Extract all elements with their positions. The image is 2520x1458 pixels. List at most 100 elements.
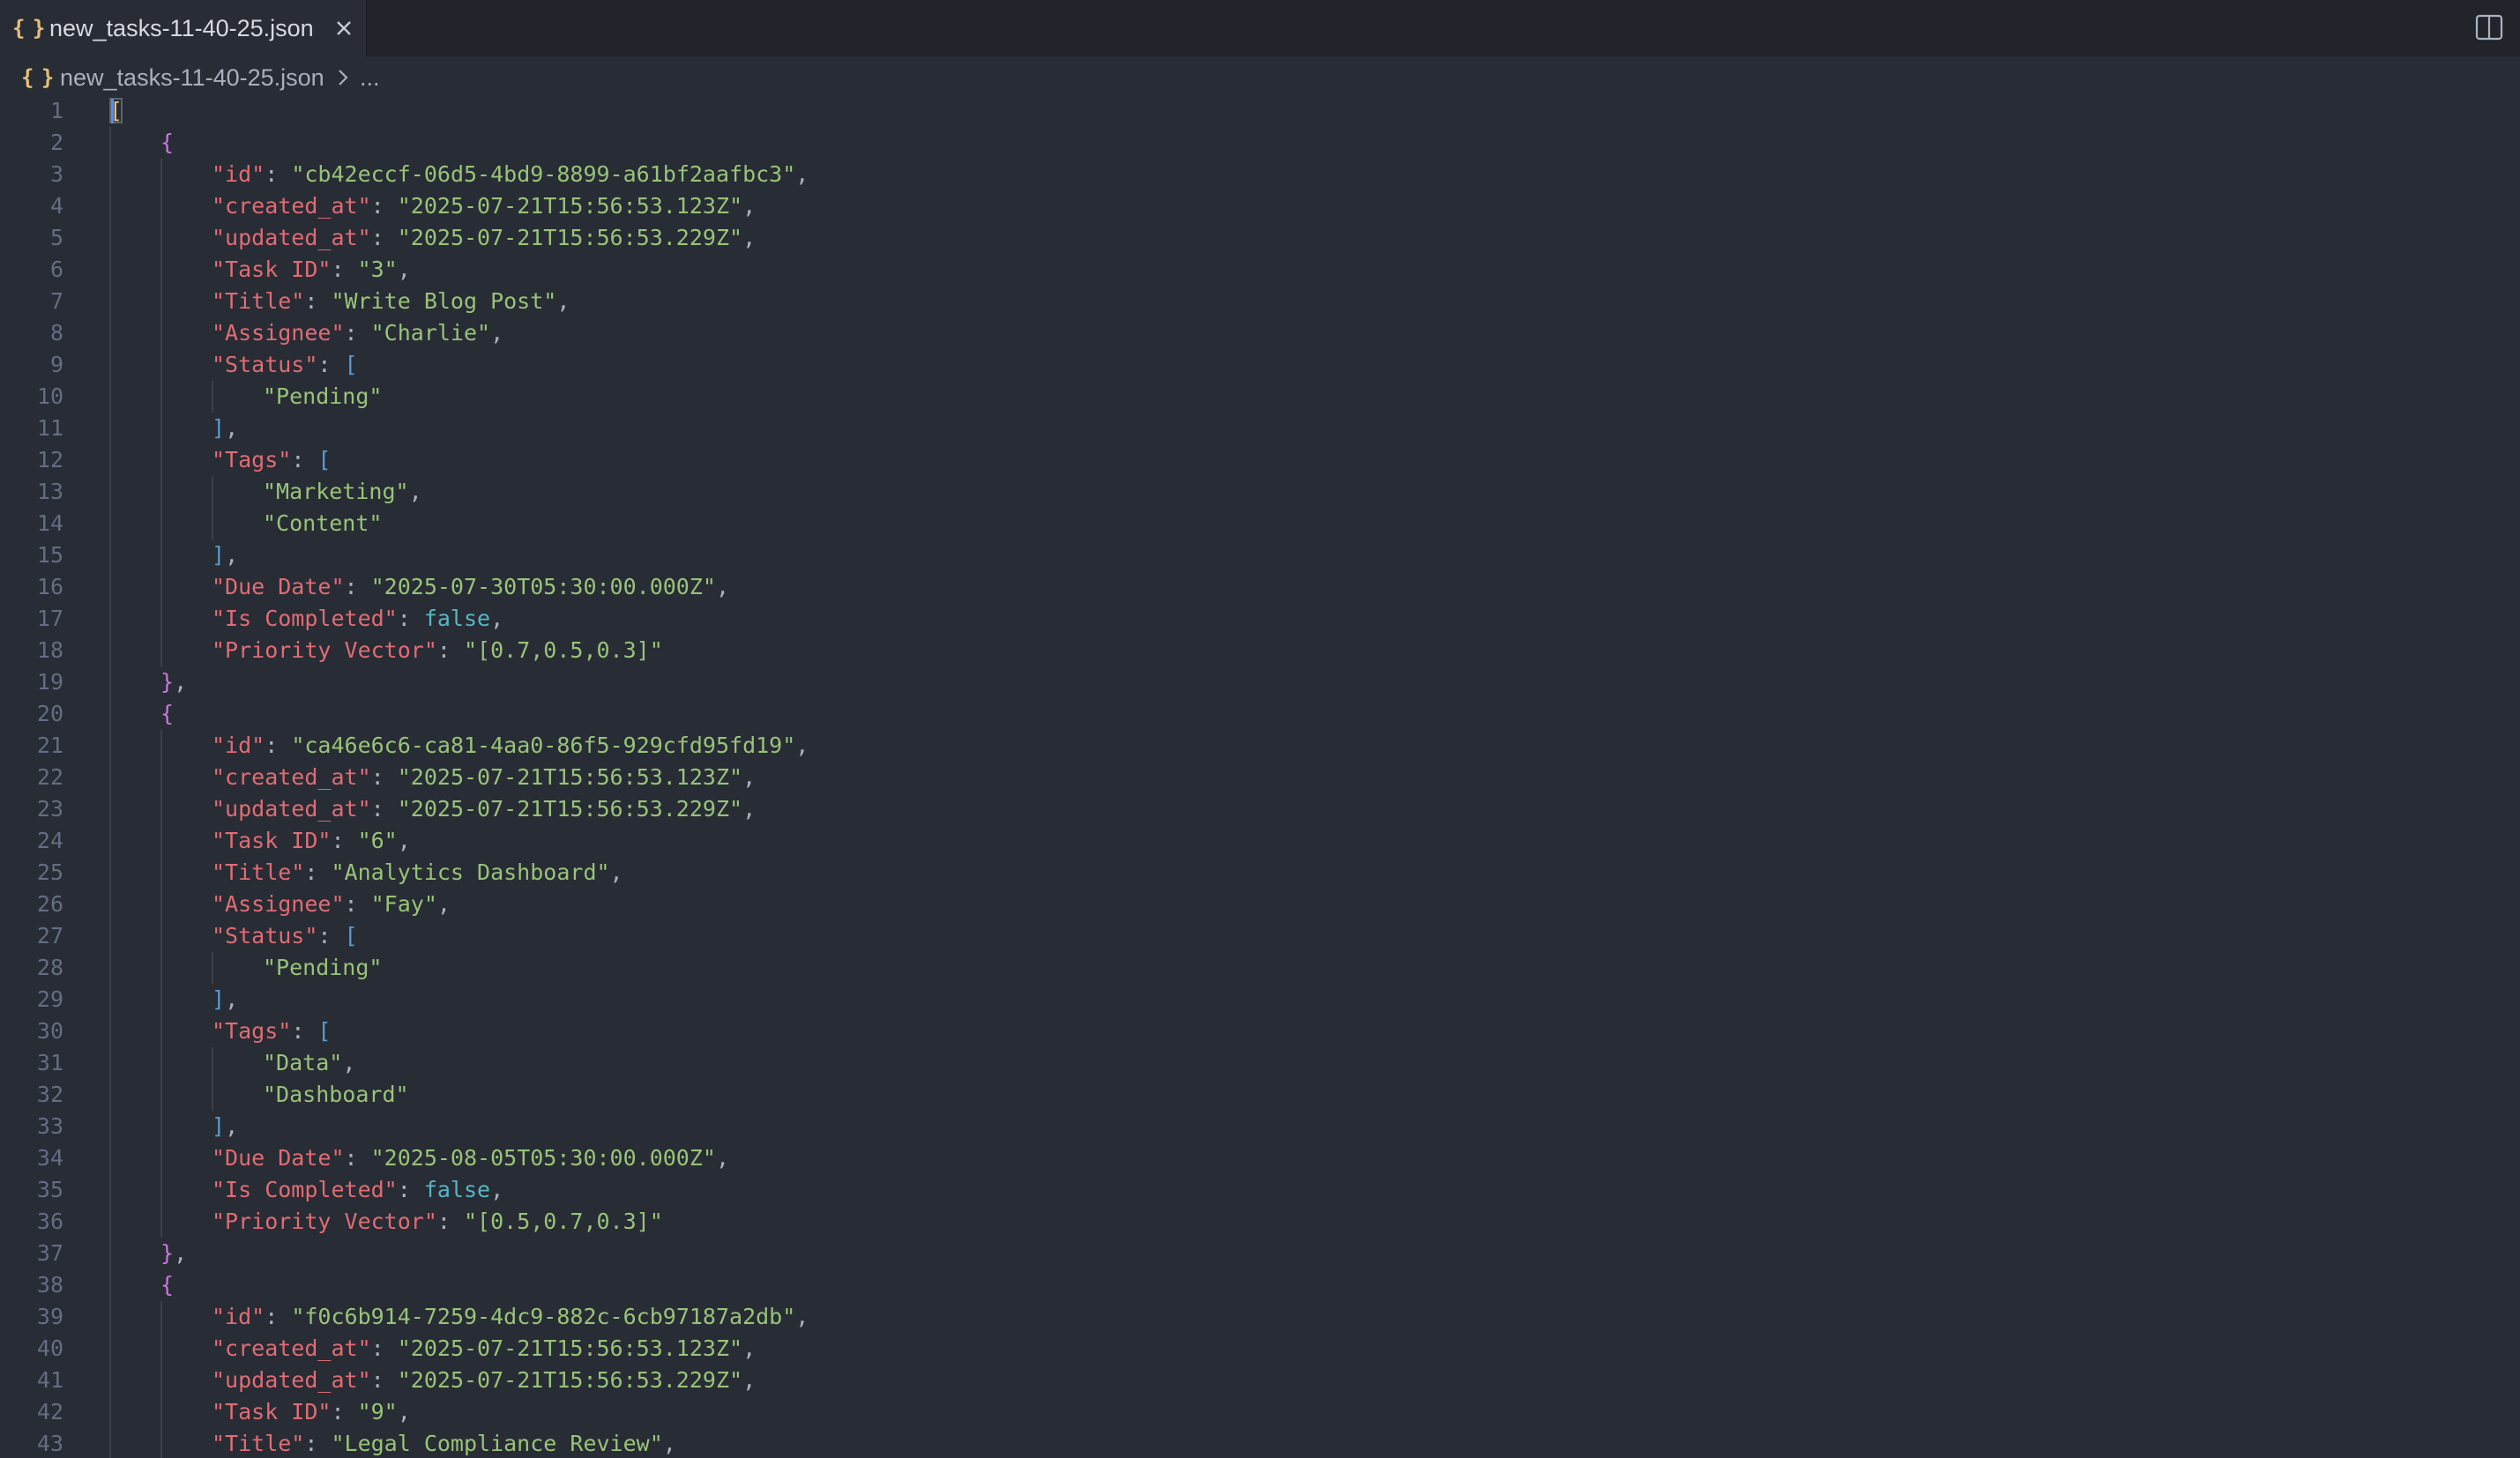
json-string: "2025-07-21T15:56:53.229Z": [397, 796, 743, 822]
code-line[interactable]: 7 "Title": "Write Blog Post",: [0, 286, 2520, 317]
json-key: "Title": [212, 288, 305, 314]
line-number: 24: [36, 828, 63, 853]
code-line[interactable]: 11],: [0, 413, 2520, 444]
code-line[interactable]: 23 "updated_at": "2025-07-21T15:56:53.229…: [0, 793, 2520, 825]
json-key: "id": [212, 1304, 265, 1329]
json-key: "id": [212, 161, 265, 187]
code-line[interactable]: 31 "Data",: [0, 1047, 2520, 1079]
code-line[interactable]: 17 "Is Completed": false,: [0, 603, 2520, 635]
json-key: "updated_at": [212, 1367, 371, 1393]
json-array-bracket: ]: [212, 1113, 226, 1139]
json-punctuation: :: [291, 1018, 318, 1044]
breadcrumb: { } new_tasks-11-40-25.json ...: [0, 56, 2520, 100]
code-line[interactable]: 10 "Pending": [0, 381, 2520, 413]
code-text: "Tags": [: [212, 444, 331, 476]
indent-guide: [160, 1047, 162, 1079]
code-line[interactable]: 35 "Is Completed": false,: [0, 1174, 2520, 1206]
indent-guide: [109, 1206, 111, 1238]
indent-guide: [109, 222, 111, 254]
split-editor-icon[interactable]: [2474, 12, 2504, 42]
json-punctuation: :: [436, 637, 464, 663]
code-line[interactable]: 4 "created_at": "2025-07-21T15:56:53.123Z…: [0, 190, 2520, 222]
code-line[interactable]: 15],: [0, 539, 2520, 571]
indent-guide: [109, 857, 111, 889]
code-text: {: [160, 698, 174, 730]
json-punctuation: ,: [742, 193, 757, 219]
code-text: ],: [212, 413, 238, 444]
json-string: "f0c6b914-7259-4dc9-882c-6cb97187a2db": [291, 1304, 796, 1329]
code-line[interactable]: 27 "Status": [: [0, 920, 2520, 952]
code-text: "Title": "Analytics Dashboard",: [212, 857, 623, 889]
code-line[interactable]: 18 "Priority Vector": "[0.7,0.5,0.3]": [0, 635, 2520, 666]
json-string: "9": [357, 1399, 398, 1425]
indent-guide: [212, 1047, 213, 1079]
indent-guide: [160, 984, 162, 1015]
code-line[interactable]: 26 "Assignee": "Fay",: [0, 889, 2520, 920]
code-line[interactable]: 29],: [0, 984, 2520, 1015]
code-line[interactable]: 20 {: [0, 698, 2520, 730]
code-line[interactable]: 32 "Dashboard": [0, 1079, 2520, 1111]
json-string: "[0.5,0.7,0.3]": [463, 1209, 663, 1234]
line-number: 27: [36, 923, 63, 948]
code-line[interactable]: 34 "Due Date": "2025-08-05T05:30:00.000Z"…: [0, 1142, 2520, 1174]
indent-guide: [109, 1174, 111, 1206]
code-line[interactable]: 3 "id": "cb42eccf-06d5-4bd9-8899-a61bf2aa…: [0, 159, 2520, 190]
code-line[interactable]: 9 "Status": [: [0, 349, 2520, 381]
line-number: 6: [49, 257, 63, 282]
line-number: 5: [49, 225, 63, 250]
code-line[interactable]: 33],: [0, 1111, 2520, 1142]
json-punctuation: ,: [609, 859, 623, 885]
code-line[interactable]: 22 "created_at": "2025-07-21T15:56:53.123…: [0, 762, 2520, 793]
code-line[interactable]: 38 {: [0, 1269, 2520, 1301]
line-number: 15: [36, 542, 63, 568]
tab-active-file[interactable]: { } new_tasks-11-40-25.json: [0, 0, 367, 56]
code-line[interactable]: 28 "Pending": [0, 952, 2520, 984]
editor-window: { } new_tasks-11-40-25.json { } new_task…: [0, 0, 2520, 1458]
code-editor[interactable]: 1[2{3 "id": "cb42eccf-06d5-4bd9-8899-a61b…: [0, 95, 2520, 1458]
code-line[interactable]: 36 "Priority Vector": "[0.5,0.7,0.3]": [0, 1206, 2520, 1238]
code-line[interactable]: 12 "Tags": [: [0, 444, 2520, 476]
code-line[interactable]: 8 "Assignee": "Charlie",: [0, 317, 2520, 349]
json-punctuation: :: [397, 606, 424, 631]
code-line[interactable]: 43 "Title": "Legal Compliance Review",: [0, 1428, 2520, 1458]
json-string: "2025-07-21T15:56:53.123Z": [397, 764, 743, 790]
close-icon[interactable]: [332, 16, 356, 41]
json-punctuation: :: [344, 574, 371, 599]
json-key: "Due Date": [212, 574, 345, 599]
indent-guide: [109, 1428, 111, 1458]
code-text: "updated_at": "2025-07-21T15:56:53.229Z"…: [212, 1365, 756, 1396]
code-line[interactable]: 1[: [0, 95, 2520, 127]
code-line[interactable]: 42 "Task ID": "9",: [0, 1396, 2520, 1428]
line-number: 26: [36, 891, 63, 917]
code-line[interactable]: 24 "Task ID": "6",: [0, 825, 2520, 857]
code-line[interactable]: 30 "Tags": [: [0, 1015, 2520, 1047]
json-string: "2025-07-21T15:56:53.229Z": [397, 225, 743, 250]
indent-guide: [109, 666, 111, 698]
json-punctuation: ,: [225, 1113, 239, 1139]
code-line[interactable]: 2{: [0, 127, 2520, 159]
code-line[interactable]: 16 "Due Date": "2025-07-30T05:30:00.000Z"…: [0, 571, 2520, 603]
code-line[interactable]: 21 "id": "ca46e6c6-ca81-4aa0-86f5-929cfd9…: [0, 730, 2520, 762]
line-number: 19: [36, 669, 63, 695]
breadcrumb-symbols[interactable]: ...: [360, 64, 380, 91]
code-line[interactable]: 40 "created_at": "2025-07-21T15:56:53.123…: [0, 1333, 2520, 1365]
json-punctuation: ,: [795, 733, 809, 758]
breadcrumb-file[interactable]: new_tasks-11-40-25.json: [60, 64, 324, 91]
code-text: "Title": "Write Blog Post",: [212, 286, 570, 317]
json-punctuation: ,: [742, 1367, 757, 1393]
code-line[interactable]: 6 "Task ID": "3",: [0, 254, 2520, 286]
code-line[interactable]: 25 "Title": "Analytics Dashboard",: [0, 857, 2520, 889]
line-number: 21: [36, 733, 63, 758]
code-line[interactable]: 5 "updated_at": "2025-07-21T15:56:53.229Z…: [0, 222, 2520, 254]
code-line[interactable]: 14 "Content": [0, 508, 2520, 539]
code-line[interactable]: 19},: [0, 666, 2520, 698]
json-punctuation: :: [317, 352, 345, 377]
code-line[interactable]: 39 "id": "f0c6b914-7259-4dc9-882c-6cb9718…: [0, 1301, 2520, 1333]
json-punctuation: ,: [715, 1145, 730, 1171]
indent-guide: [109, 381, 111, 413]
code-line[interactable]: 41 "updated_at": "2025-07-21T15:56:53.229…: [0, 1365, 2520, 1396]
json-key: "Due Date": [212, 1145, 345, 1171]
code-line[interactable]: 13 "Marketing",: [0, 476, 2520, 508]
code-line[interactable]: 37},: [0, 1238, 2520, 1269]
json-punctuation: ,: [408, 479, 422, 504]
